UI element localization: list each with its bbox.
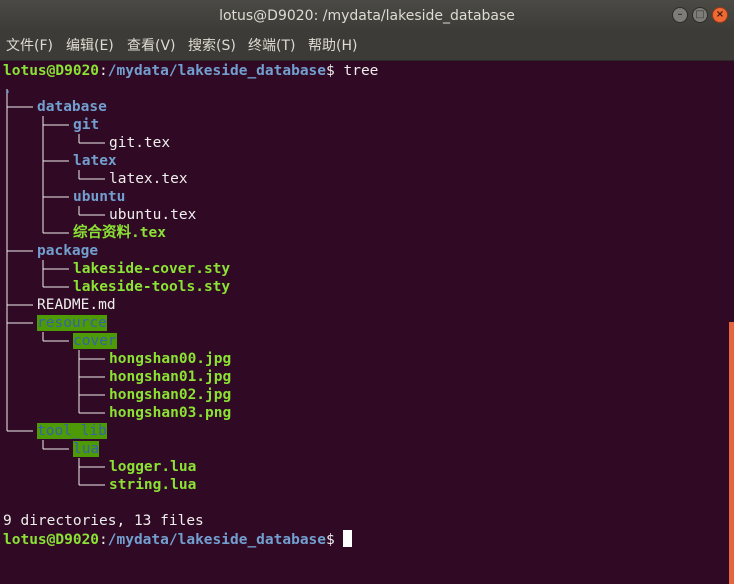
prompt-path: /mydata/lakeside_database [107, 63, 327, 79]
dir-tool-lib-line: tool_lib [37, 422, 107, 440]
tree-root: . [3, 81, 12, 97]
dir-ubuntu: ubuntu [73, 189, 126, 205]
dir-database: database [37, 99, 107, 115]
tree-summary: 9 directories, 13 files [3, 513, 204, 529]
scrollbar-indicator[interactable] [729, 322, 734, 584]
prompt-symbol: $ [326, 63, 335, 79]
file-hongshan00: hongshan00.jpg [109, 351, 232, 367]
file-hongshan02: hongshan02.jpg [109, 387, 232, 403]
command-text: tree [334, 63, 379, 79]
prompt-user: lotus@D9020 [3, 63, 100, 79]
prompt-user-2: lotus@D9020 [3, 532, 100, 548]
dir-lua-line: lua [73, 440, 100, 458]
dir-resource-line: resource [37, 314, 107, 332]
file-readme: README.md [37, 297, 116, 313]
title-bar: lotus@D9020: /mydata/lakeside_database –… [0, 0, 734, 32]
file-logger-lua: logger.lua [109, 459, 197, 475]
text-cursor [343, 530, 353, 547]
prompt-line: lotus@D9020:/mydata/lakeside_database$ t… [3, 62, 378, 80]
file-latex-tex: latex.tex [109, 171, 188, 187]
menu-edit[interactable]: 编辑(E) [66, 32, 114, 60]
menu-view[interactable]: 查看(V) [127, 32, 176, 60]
file-ubuntu-tex: ubuntu.tex [109, 207, 197, 223]
file-lakeside-tools-sty: lakeside-tools.sty [73, 279, 231, 295]
dir-tool-lib: tool_lib [37, 423, 107, 439]
dir-cover-line: cover [73, 332, 117, 350]
file-hongshan01: hongshan01.jpg [109, 369, 232, 385]
menu-search[interactable]: 搜索(S) [188, 32, 236, 60]
file-string-lua: string.lua [109, 477, 197, 493]
dir-latex: latex [73, 153, 117, 169]
dir-lua: lua [73, 441, 100, 457]
close-button[interactable]: × [712, 7, 728, 23]
menu-terminal[interactable]: 终端(T) [248, 32, 295, 60]
prompt-line-2: lotus@D9020:/mydata/lakeside_database$ [3, 530, 353, 548]
dir-package: package [37, 243, 99, 259]
window-title: lotus@D9020: /mydata/lakeside_database [219, 8, 515, 24]
dir-cover: cover [73, 333, 117, 349]
dir-resource: resource [37, 315, 107, 331]
prompt-separator-2: : [99, 532, 108, 548]
maximize-button[interactable]: □ [692, 7, 708, 23]
menu-help[interactable]: 帮助(H) [308, 32, 357, 60]
terminal-area[interactable]: lotus@D9020:/mydata/lakeside_database$ t… [0, 61, 728, 584]
dir-git: git [73, 117, 100, 133]
prompt-path-2: /mydata/lakeside_database [107, 532, 327, 548]
menu-bar: 文件(F) 编辑(E) 查看(V) 搜索(S) 终端(T) 帮助(H) [0, 32, 734, 61]
prompt-symbol-2: $ [326, 532, 335, 548]
minimize-button[interactable]: – [672, 7, 688, 23]
file-hongshan03: hongshan03.png [109, 405, 232, 421]
file-zonghe-tex: 综合资料.tex [73, 225, 166, 241]
file-git-tex: git.tex [109, 135, 171, 151]
file-lakeside-cover-sty: lakeside-cover.sty [73, 261, 231, 277]
prompt-separator: : [99, 63, 108, 79]
menu-file[interactable]: 文件(F) [6, 32, 53, 60]
